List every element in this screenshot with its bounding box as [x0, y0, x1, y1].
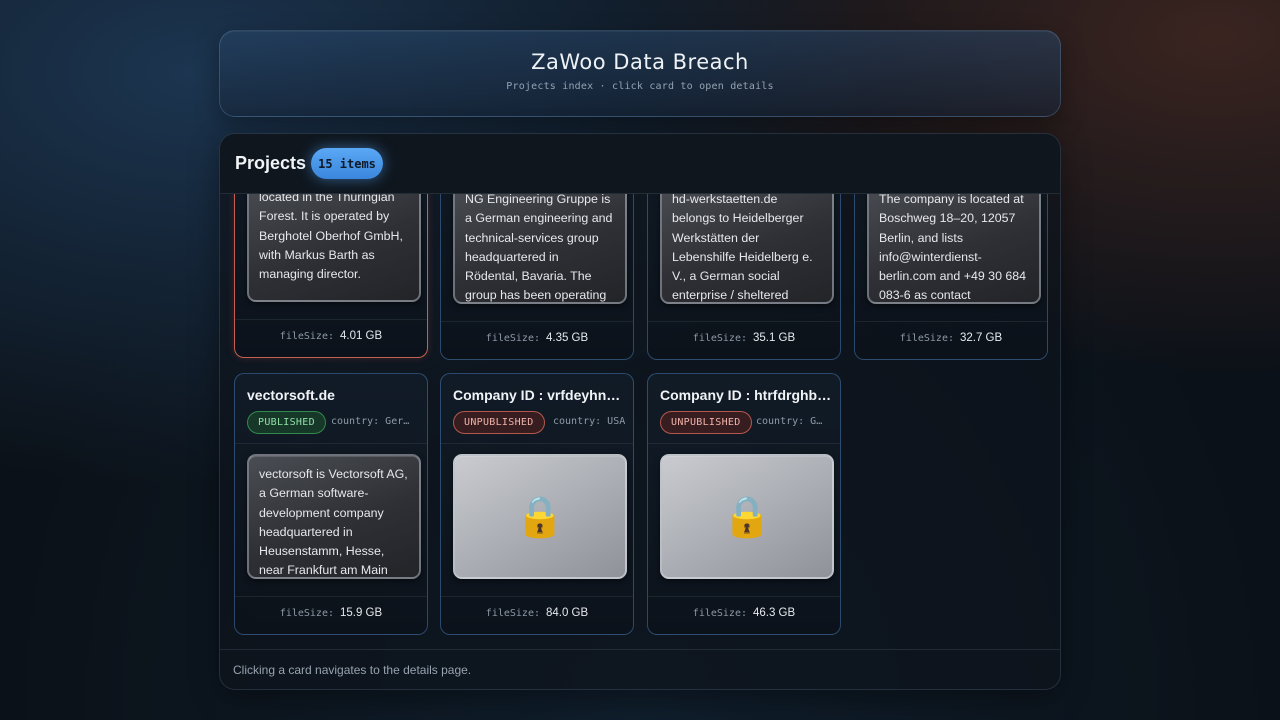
project-card-htrfdrghbtyu[interactable]: Company ID : htrfdrghbtyu UNPUBLISHED co… [647, 373, 841, 635]
status-badge: UNPUBLISHED [660, 411, 752, 434]
card-divider [441, 443, 633, 444]
page-header: ZaWoo Data Breach Projects index · click… [219, 30, 1061, 117]
status-badge: PUBLISHED [247, 411, 326, 434]
project-card-vrfdeyhnbgtr[interactable]: Company ID : vrfdeyhnbgtr UNPUBLISHED co… [440, 373, 634, 635]
project-filesize: fileSize: 32.7 GB [855, 332, 1047, 344]
page-title: ZaWoo Data Breach [531, 50, 749, 74]
status-badge: UNPUBLISHED [453, 411, 545, 434]
card-divider [648, 596, 840, 597]
card-divider [235, 319, 427, 320]
filesize-value: 4.35 GB [545, 332, 589, 344]
filesize-value: 32.7 GB [959, 332, 1003, 344]
project-title: Company ID : htrfdrghbtyu [660, 387, 832, 403]
card-divider [441, 321, 633, 322]
project-card[interactable]: NG Engineering Gruppe is a German engine… [440, 194, 634, 360]
project-country: country: G… [756, 416, 823, 427]
project-country: country: USA [553, 416, 626, 427]
filesize-value: 84.0 GB [545, 607, 589, 619]
items-count-badge: 15 items [311, 148, 383, 179]
project-description: vectorsoft is Vectorsoft AG, a German so… [247, 454, 421, 579]
project-filesize: fileSize: 15.9 GB [235, 607, 427, 619]
project-description: hd-werkstaetten.de belongs to Heidelberg… [660, 194, 834, 304]
lock-icon: 🔒 [722, 494, 772, 539]
projects-panel: Projects 15 items located in the Thuring… [219, 133, 1061, 690]
projects-title: Projects [235, 153, 307, 173]
projects-scroll-area[interactable]: located in the Thuringian Forest. It is … [220, 194, 1060, 649]
locked-preview: 🔒 [660, 454, 834, 579]
filesize-label: fileSize: [279, 608, 334, 619]
project-card[interactable]: The company is located at Boschweg 18–20… [854, 194, 1048, 360]
filesize-label: fileSize: [485, 608, 540, 619]
card-divider [648, 443, 840, 444]
project-country: country: Ger… [331, 416, 410, 427]
filesize-value: 46.3 GB [752, 607, 796, 619]
card-divider [235, 596, 427, 597]
project-filesize: fileSize: 46.3 GB [648, 607, 840, 619]
project-title: vectorsoft.de [247, 387, 335, 403]
project-description: The company is located at Boschweg 18–20… [867, 194, 1041, 304]
filesize-value: 4.01 GB [339, 330, 383, 342]
filesize-label: fileSize: [692, 333, 747, 344]
filesize-label: fileSize: [279, 331, 334, 342]
card-divider [855, 321, 1047, 322]
filesize-value: 15.9 GB [339, 607, 383, 619]
project-card-vectorsoft[interactable]: vectorsoft.de PUBLISHED country: Ger… ve… [234, 373, 428, 635]
project-card[interactable]: hd-werkstaetten.de belongs to Heidelberg… [647, 194, 841, 360]
filesize-label: fileSize: [485, 333, 540, 344]
project-filesize: fileSize: 84.0 GB [441, 607, 633, 619]
card-divider [441, 596, 633, 597]
panel-footer-note: Clicking a card navigates to the details… [220, 649, 1060, 689]
project-filesize: fileSize: 4.01 GB [235, 330, 427, 342]
project-description: NG Engineering Gruppe is a German engine… [453, 194, 627, 304]
projects-panel-header: Projects 15 items [220, 134, 1060, 194]
project-title: Company ID : vrfdeyhnbgtr [453, 387, 625, 403]
project-filesize: fileSize: 4.35 GB [441, 332, 633, 344]
card-divider [648, 321, 840, 322]
locked-preview: 🔒 [453, 454, 627, 579]
project-description: located in the Thuringian Forest. It is … [247, 194, 421, 302]
filesize-label: fileSize: [692, 608, 747, 619]
page-subtitle: Projects index · click card to open deta… [506, 81, 774, 92]
lock-icon: 🔒 [515, 494, 565, 539]
project-filesize: fileSize: 35.1 GB [648, 332, 840, 344]
filesize-value: 35.1 GB [752, 332, 796, 344]
card-divider [235, 443, 427, 444]
project-card[interactable]: located in the Thuringian Forest. It is … [234, 194, 428, 358]
filesize-label: fileSize: [899, 333, 954, 344]
